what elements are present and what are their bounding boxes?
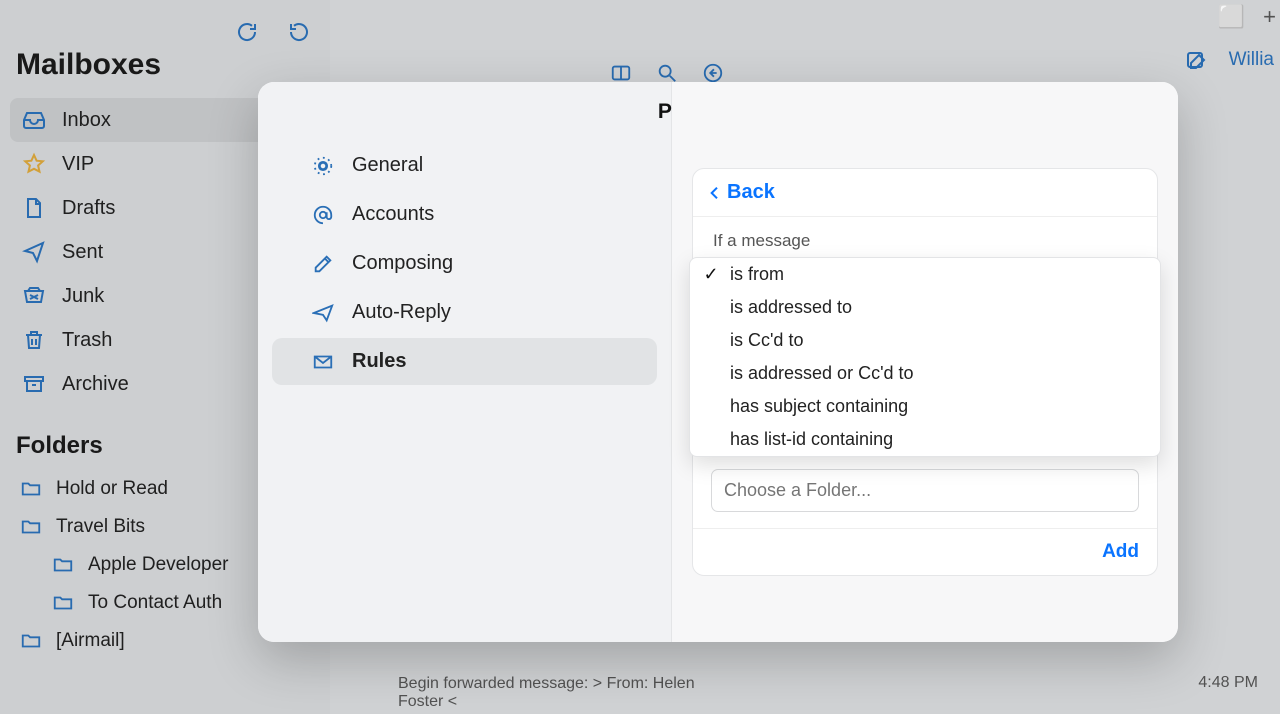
option-listid-containing[interactable]: has list-id containing [690, 423, 1160, 456]
check-icon: ✓ [702, 264, 720, 285]
pref-item-composing[interactable]: Composing [272, 240, 657, 287]
condition-dropdown[interactable]: ✓ is from is addressed to is Cc'd to is a… [693, 257, 1157, 457]
option-cc-to[interactable]: is Cc'd to [690, 324, 1160, 357]
at-icon [312, 204, 334, 226]
folder-select[interactable] [711, 469, 1139, 512]
preferences-modal: Preferences Done General Accounts Compos… [258, 82, 1178, 642]
rule-editor-card: Back If a message ✓ is from is addressed … [692, 168, 1158, 576]
back-button[interactable]: Back [693, 169, 1157, 217]
condition-options: ✓ is from is addressed to is Cc'd to is a… [689, 257, 1161, 457]
pref-label: Composing [352, 252, 453, 275]
plane-icon [312, 302, 334, 324]
chevron-left-icon [707, 182, 723, 204]
option-addressed-or-cc[interactable]: is addressed or Cc'd to [690, 357, 1160, 390]
pref-label: Auto-Reply [352, 301, 451, 324]
back-label: Back [727, 181, 775, 204]
compose-icon [312, 253, 334, 275]
option-label: has subject containing [730, 396, 908, 417]
pref-label: General [352, 154, 423, 177]
option-label: is addressed to [730, 297, 852, 318]
option-label: is from [730, 264, 784, 285]
envelope-icon [312, 351, 334, 373]
preferences-sidebar: General Accounts Composing Auto-Reply Ru… [258, 82, 672, 642]
folder-input[interactable] [711, 469, 1139, 512]
gear-icon [312, 155, 334, 177]
pref-label: Accounts [352, 203, 434, 226]
option-is-from[interactable]: ✓ is from [690, 258, 1160, 291]
option-label: is addressed or Cc'd to [730, 363, 914, 384]
pref-item-accounts[interactable]: Accounts [272, 191, 657, 238]
pref-label: Rules [352, 350, 406, 373]
option-subject-containing[interactable]: has subject containing [690, 390, 1160, 423]
add-button[interactable]: Add [1102, 541, 1139, 563]
condition-label: If a message [693, 217, 1157, 259]
option-label: is Cc'd to [730, 330, 803, 351]
pref-item-autoreply[interactable]: Auto-Reply [272, 289, 657, 336]
option-label: has list-id containing [730, 429, 893, 450]
option-addressed-to[interactable]: is addressed to [690, 291, 1160, 324]
add-row: Add [693, 528, 1157, 575]
pref-item-general[interactable]: General [272, 142, 657, 189]
pref-item-rules[interactable]: Rules [272, 338, 657, 385]
preferences-content: Back If a message ✓ is from is addressed … [672, 82, 1178, 642]
